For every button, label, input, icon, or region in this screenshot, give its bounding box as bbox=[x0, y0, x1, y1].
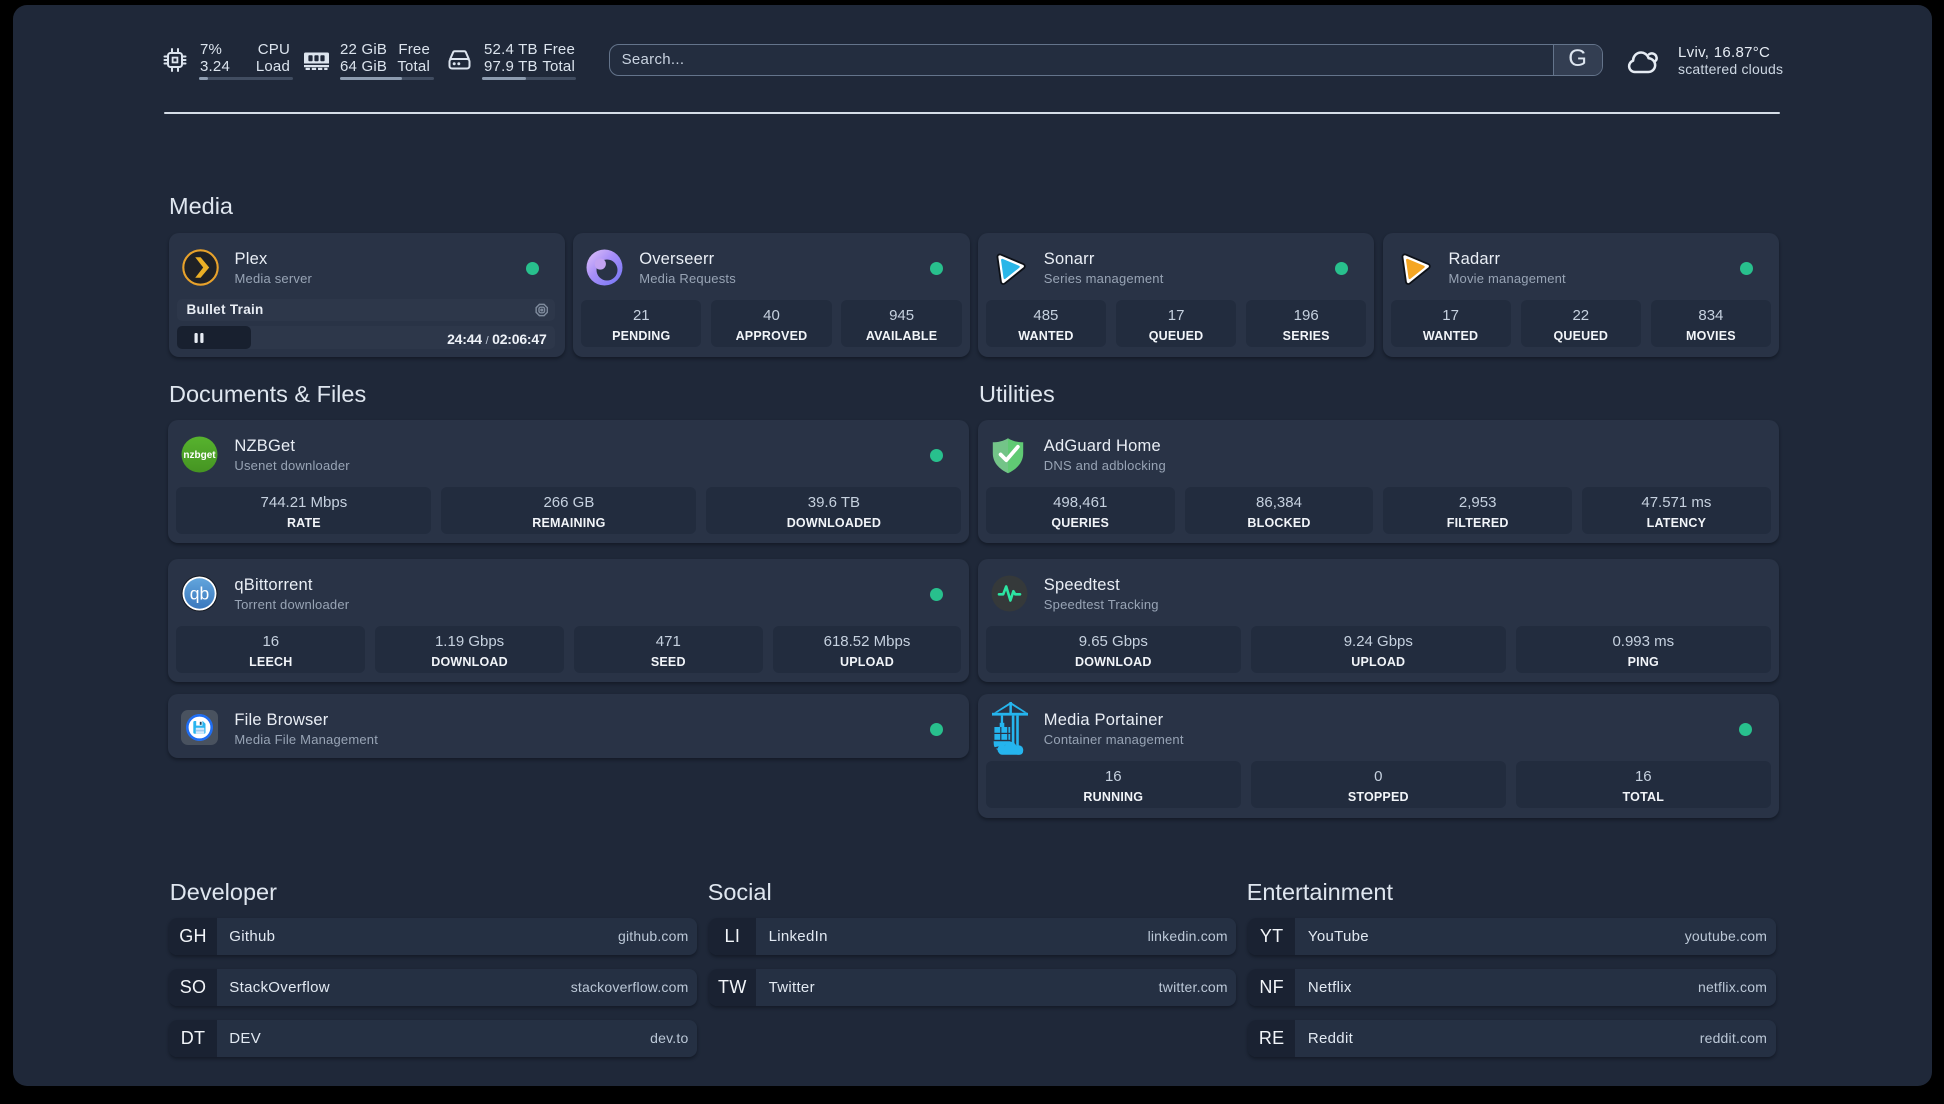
svg-text:nzbget: nzbget bbox=[184, 450, 217, 461]
svg-text:qb: qb bbox=[190, 584, 209, 604]
